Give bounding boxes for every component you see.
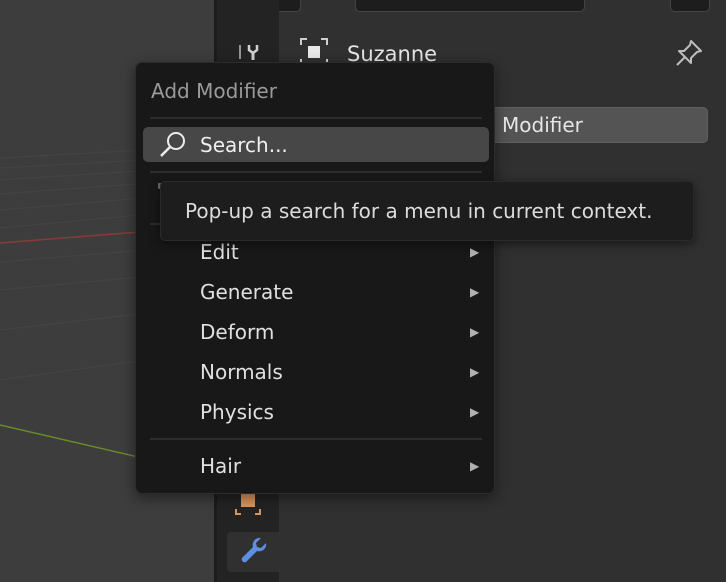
object-data-icon: [233, 491, 263, 521]
menu-title: Add Modifier: [151, 79, 277, 103]
submenu-arrow-icon: ▶: [470, 245, 480, 259]
menu-item-label: Normals: [200, 360, 283, 384]
menu-separator: [150, 171, 482, 173]
menu-search-item[interactable]: Search...: [143, 127, 489, 162]
menu-item-label: Edit: [200, 240, 239, 264]
menu-item-deform[interactable]: Deform ▶: [136, 313, 494, 351]
add-modifier-button[interactable]: Modifier: [480, 107, 708, 143]
modifier-tab[interactable]: [227, 532, 279, 572]
menu-item-physics[interactable]: Physics ▶: [136, 393, 494, 431]
tooltip-text: Pop-up a search for a menu in current co…: [185, 199, 653, 223]
menu-item-hair[interactable]: Hair ▶: [136, 447, 494, 485]
menu-separator: [150, 117, 482, 119]
search-label: Search...: [200, 132, 288, 157]
menu-item-label: Physics: [200, 400, 274, 424]
add-modifier-label: Modifier: [502, 113, 583, 137]
submenu-arrow-icon: ▶: [470, 459, 480, 473]
menu-item-normals[interactable]: Normals ▶: [136, 353, 494, 391]
submenu-arrow-icon: ▶: [470, 405, 480, 419]
submenu-arrow-icon: ▶: [470, 325, 480, 339]
search-icon: [158, 131, 188, 159]
menu-item-label: Deform: [200, 320, 275, 344]
wrench-icon: [237, 534, 269, 570]
pin-icon: [674, 40, 704, 72]
submenu-arrow-icon: ▶: [470, 365, 480, 379]
properties-search-field[interactable]: [355, 0, 585, 12]
pin-button[interactable]: [674, 38, 704, 72]
menu-item-generate[interactable]: Generate ▶: [136, 273, 494, 311]
menu-item-label: Generate: [200, 280, 294, 304]
menu-separator: [150, 438, 482, 440]
menu-item-label: Hair: [200, 454, 242, 478]
submenu-arrow-icon: ▶: [470, 285, 480, 299]
options-button[interactable]: [670, 0, 710, 12]
add-modifier-menu: Add Modifier Search... Edit ▶ Generate ▶…: [135, 62, 495, 494]
tooltip: Pop-up a search for a menu in current co…: [160, 181, 694, 241]
